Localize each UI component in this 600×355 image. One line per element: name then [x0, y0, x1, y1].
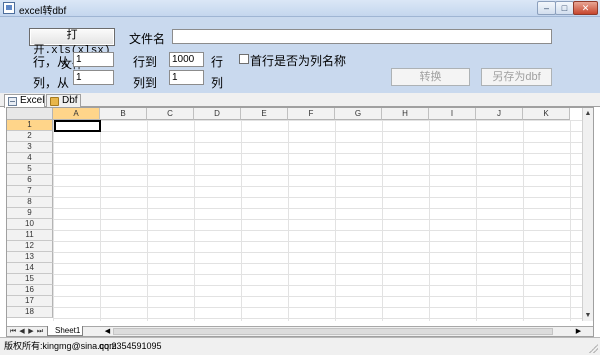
- column-header[interactable]: B: [100, 108, 147, 120]
- tab-dbf[interactable]: Dbf: [46, 94, 81, 107]
- column-header[interactable]: D: [194, 108, 241, 120]
- status-bar: 版权所有:kingmg@sina.com qq:2354591095: [0, 337, 600, 355]
- row-from-input[interactable]: 1: [73, 52, 114, 67]
- filename-field[interactable]: [172, 29, 552, 44]
- row-header[interactable]: 15: [7, 274, 53, 285]
- scroll-up-icon[interactable]: ▲: [583, 108, 593, 119]
- open-file-button[interactable]: 打开.xls(xlsx)文件: [29, 28, 115, 72]
- row-header[interactable]: 9: [7, 208, 53, 219]
- row-header[interactable]: 8: [7, 197, 53, 208]
- row-header[interactable]: 7: [7, 186, 53, 197]
- scroll-down-icon[interactable]: ▼: [583, 310, 593, 321]
- sheet-tab[interactable]: Sheet1: [47, 326, 83, 336]
- row-header[interactable]: 2: [7, 131, 53, 142]
- vertical-scrollbar[interactable]: ▲ ▼: [582, 108, 593, 321]
- column-header[interactable]: H: [382, 108, 429, 120]
- column-header[interactable]: K: [523, 108, 570, 120]
- control-panel: 打开.xls(xlsx)文件 文件名 行，从 1 行到 1000 行 首行是否为…: [0, 17, 600, 93]
- sheet-icon: [8, 97, 17, 106]
- col-unit-label: 列: [211, 76, 224, 90]
- row-to-input[interactable]: 1000: [169, 52, 204, 67]
- row-header[interactable]: 13: [7, 252, 53, 263]
- minimize-button[interactable]: –: [537, 1, 556, 15]
- column-header[interactable]: F: [288, 108, 335, 120]
- scroll-left-icon[interactable]: ◀: [103, 327, 112, 336]
- convert-button[interactable]: 转换: [391, 68, 470, 86]
- first-sheet-icon[interactable]: ⏮: [9, 327, 17, 336]
- close-button[interactable]: ✕: [573, 1, 598, 15]
- row-header[interactable]: 3: [7, 142, 53, 153]
- last-sheet-icon[interactable]: ⏭: [36, 327, 44, 336]
- scroll-right-icon[interactable]: ▶: [574, 327, 583, 336]
- tab-excel[interactable]: Excel: [4, 94, 45, 108]
- spreadsheet[interactable]: ABCDEFGHIJK 1 2 3 4 5 6 7 8 9 10 11 12 13 14 15 16 17 18 …: [6, 107, 594, 337]
- app-icon: [3, 2, 15, 14]
- column-header[interactable]: C: [147, 108, 194, 120]
- active-cell[interactable]: [54, 120, 101, 132]
- row-header[interactable]: 1: [7, 120, 53, 131]
- cell-grid[interactable]: [53, 120, 583, 321]
- maximize-button[interactable]: □: [555, 1, 574, 15]
- prev-sheet-icon[interactable]: ◀: [18, 327, 26, 336]
- select-all-corner[interactable]: [7, 108, 53, 120]
- row-header[interactable]: 5: [7, 164, 53, 175]
- row-unit-label: 行: [211, 55, 224, 69]
- column-header[interactable]: G: [335, 108, 382, 120]
- header-row-checkbox-label[interactable]: 首行是否为列名称: [250, 52, 346, 69]
- next-sheet-icon[interactable]: ▶: [27, 327, 35, 336]
- column-header[interactable]: A: [53, 108, 100, 120]
- column-header[interactable]: I: [429, 108, 476, 120]
- save-as-dbf-button[interactable]: 另存为dbf: [481, 68, 552, 86]
- row-header[interactable]: 16: [7, 285, 53, 296]
- horizontal-scrollbar[interactable]: ◀ ▶: [103, 327, 583, 336]
- sheet-tab-bar: ⏮ ◀ ▶ ⏭ Sheet1 ◀ ▶: [7, 326, 593, 336]
- row-header[interactable]: 11: [7, 230, 53, 241]
- window-title: excel转dbf: [19, 6, 67, 17]
- row-header[interactable]: 14: [7, 263, 53, 274]
- database-icon: [50, 97, 59, 106]
- column-header[interactable]: J: [476, 108, 523, 120]
- tab-strip: Excel Dbf: [0, 93, 600, 108]
- status-qq: qq:2354591095: [99, 341, 162, 351]
- horizontal-scroll-thumb[interactable]: [113, 328, 553, 335]
- row-header[interactable]: 4: [7, 153, 53, 164]
- tab-dbf-label: Dbf: [62, 95, 78, 106]
- col-from-label: 列，从: [33, 76, 70, 90]
- header-row-checkbox[interactable]: [239, 54, 249, 64]
- row-header[interactable]: 17: [7, 296, 53, 307]
- row-from-label: 行，从: [33, 55, 70, 69]
- row-header[interactable]: 6: [7, 175, 53, 186]
- row-header[interactable]: 12: [7, 241, 53, 252]
- filename-label: 文件名: [129, 32, 166, 46]
- title-bar: excel转dbf – □ ✕: [0, 0, 600, 17]
- column-header[interactable]: E: [241, 108, 288, 120]
- tab-excel-label: Excel: [20, 95, 45, 106]
- row-header[interactable]: 18: [7, 307, 53, 318]
- row-to-label: 行到: [133, 55, 158, 69]
- col-from-input[interactable]: 1: [73, 70, 114, 85]
- resize-grip-icon[interactable]: [588, 343, 598, 353]
- row-header[interactable]: 10: [7, 219, 53, 230]
- col-to-input[interactable]: 1: [169, 70, 204, 85]
- col-to-label: 列到: [133, 76, 158, 90]
